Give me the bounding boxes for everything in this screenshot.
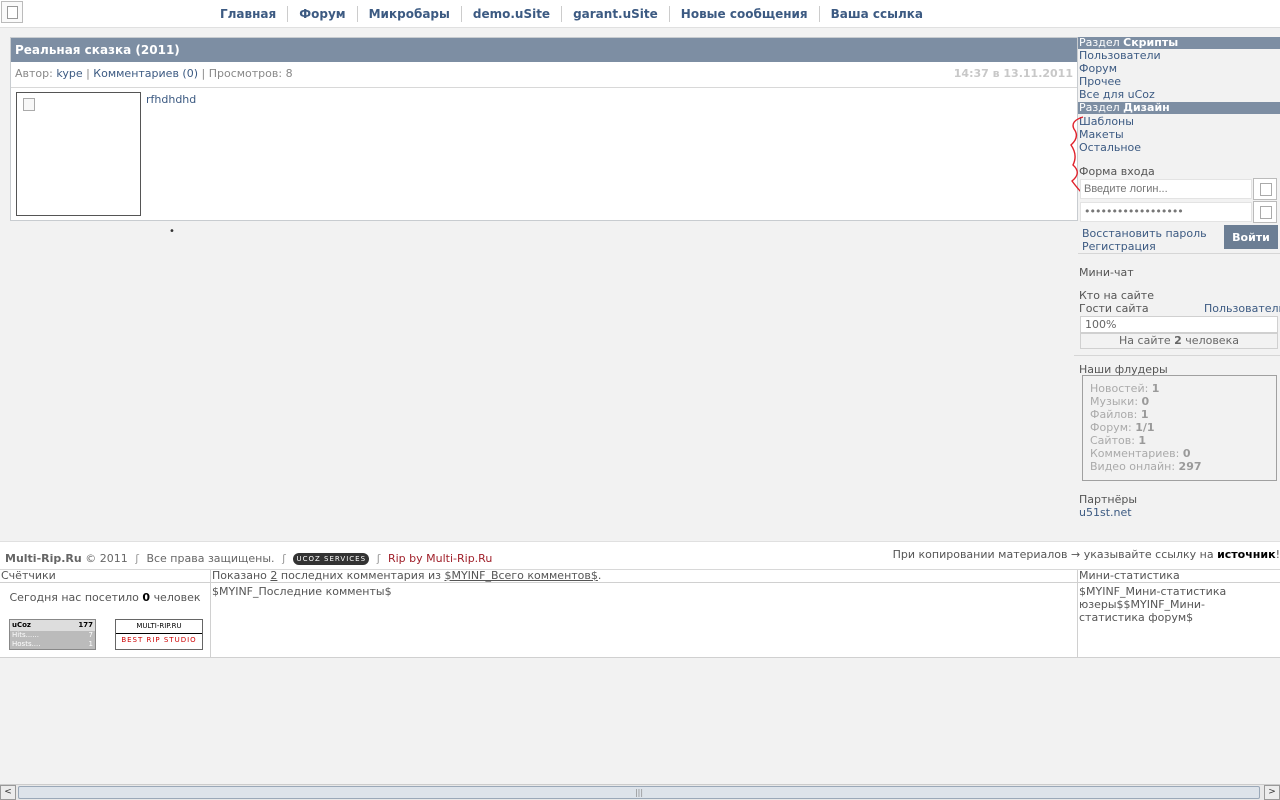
ucoz-counter[interactable]: uCoz 177 Hits...... 7 Hosts.... 1 [9,619,96,650]
guests-label: Гости сайта [1079,302,1149,315]
stat-sites: Сайтов: 1 [1090,434,1147,447]
footer-left: Multi-Rip.Ru © 2011 ʃ Все права защищены… [5,552,493,565]
ministat-title: Мини-статистика [1078,570,1280,583]
section-design-header: Раздел Дизайн [1078,102,1280,114]
sidebar-link-forum[interactable]: Форум [1079,62,1117,75]
post-meta: Автор: kype | Комментариев (0) | Просмот… [11,62,1077,88]
footer-rights: Все права защищены. [146,552,275,565]
footer: Multi-Rip.Ru © 2011 ʃ Все права защищены… [0,541,1280,570]
comments-panel: Показано 2 последних комментария из $MYI… [211,570,1078,658]
bottom-panels: Счётчики Сегодня нас посетило 0 человек … [0,570,1280,658]
comments-link[interactable]: Комментариев (0) [93,67,198,80]
news-post: Реальная сказка (2011) Автор: kype | Ком… [10,37,1078,221]
source-link[interactable]: источник [1217,548,1276,561]
ucoz-services-badge[interactable]: UCOZ SERVICES [293,553,370,565]
top-navigation: Главная Форум Микробары demo.uSite garan… [209,6,934,22]
divider [1078,253,1280,254]
stat-comments: Комментариев: 0 [1090,447,1191,460]
nav-microbars[interactable]: Микробары [358,6,462,22]
sidebar-link-rest[interactable]: Остальное [1079,141,1141,154]
online-count: На сайте 2 человека [1080,333,1278,349]
post-date: 14:37 в 13.11.2011 [953,67,1073,80]
restore-password-link[interactable]: Восстановить пароль [1082,227,1207,240]
scroll-right-button[interactable]: > [1264,785,1280,800]
users-link[interactable]: Пользователи [1204,302,1280,315]
comments-title: Показано 2 последних комментария из $MYI… [211,570,1077,583]
divider [1074,355,1280,356]
login-form-title: Форма входа [1079,165,1155,178]
stat-files: Файлов: 1 [1090,408,1149,421]
nav-demo-usite[interactable]: demo.uSite [462,6,563,22]
ministat-body: $MYINF_Мини-статистика юзеры$$MYINF_Мини… [1079,585,1227,624]
visits-today: Сегодня нас посетило 0 человек [9,591,201,604]
login-image-icon[interactable] [1253,178,1277,200]
footer-brand: Multi-Rip.Ru [5,552,82,565]
sidebar-link-users[interactable]: Пользователи [1079,49,1161,62]
section-scripts-header: Раздел Скрипты [1078,37,1280,49]
sidebar-link-ucoz[interactable]: Все для uCoz [1079,88,1155,101]
stat-news: Новостей: 1 [1090,382,1160,395]
counters-panel: Счётчики Сегодня нас посетило 0 человек … [0,570,211,658]
nav-forum[interactable]: Форум [288,6,358,22]
nav-garant-usite[interactable]: garant.uSite [562,6,670,22]
broken-image-icon [23,98,35,111]
comments-body: $MYINF_Последние комменты$ [212,585,392,598]
nav-home[interactable]: Главная [209,6,289,22]
stat-forum: Форум: 1/1 [1090,421,1155,434]
password-input[interactable]: •••••••••••••••••• [1080,202,1252,222]
register-link[interactable]: Регистрация [1082,240,1156,253]
stat-video-online: Видео онлайн: 297 [1090,460,1202,473]
ministat-panel: Мини-статистика $MYINF_Мини-статистика ю… [1078,570,1280,658]
nav-your-link[interactable]: Ваша ссылка [820,6,934,22]
multi-rip-counter[interactable]: MULTI-RIP.RU BEST RIP STUDIO [115,619,203,650]
author-link[interactable]: kype [56,67,82,80]
site-stats-panel: Новостей: 1 Музыки: 0 Файлов: 1 Форум: 1… [1082,375,1277,481]
partner-link[interactable]: u51st.net [1079,506,1132,519]
post-title: Реальная сказка (2011) [11,38,1077,62]
counters-title: Счётчики [0,570,210,583]
login-button[interactable]: Войти [1224,225,1278,249]
who-online-title: Кто на сайте [1079,289,1154,302]
rip-by-link[interactable]: Rip by Multi-Rip.Ru [388,552,492,565]
password-image-icon[interactable] [1253,201,1277,223]
broken-image-icon[interactable] [1,1,23,23]
post-text: rfhdhdhd [146,93,197,106]
post-image[interactable] [16,92,141,216]
stat-music: Музыки: 0 [1090,395,1150,408]
right-sidebar: Раздел Скрипты Пользователи Форум Прочее… [1070,37,1280,522]
horizontal-scrollbar[interactable]: < ||| > [0,784,1280,800]
stray-dot: • [169,226,175,237]
footer-copyright: © 2011 [85,552,128,565]
copy-notice: При копировании материалов → указывайте … [892,548,1280,561]
scroll-thumb[interactable]: ||| [18,786,1260,799]
minichat-title: Мини-чат [1079,266,1134,279]
scroll-left-button[interactable]: < [0,785,16,800]
online-percent-bar: 100% [1080,316,1278,333]
views-count: Просмотров: 8 [208,67,293,80]
partners-title: Партнёры [1079,493,1138,506]
login-input[interactable] [1080,179,1252,199]
nav-new-messages[interactable]: Новые сообщения [670,6,820,22]
top-bar: Главная Форум Микробары demo.uSite garan… [0,0,1280,28]
sidebar-link-other[interactable]: Прочее [1079,75,1121,88]
author-label: Автор: [15,67,53,80]
